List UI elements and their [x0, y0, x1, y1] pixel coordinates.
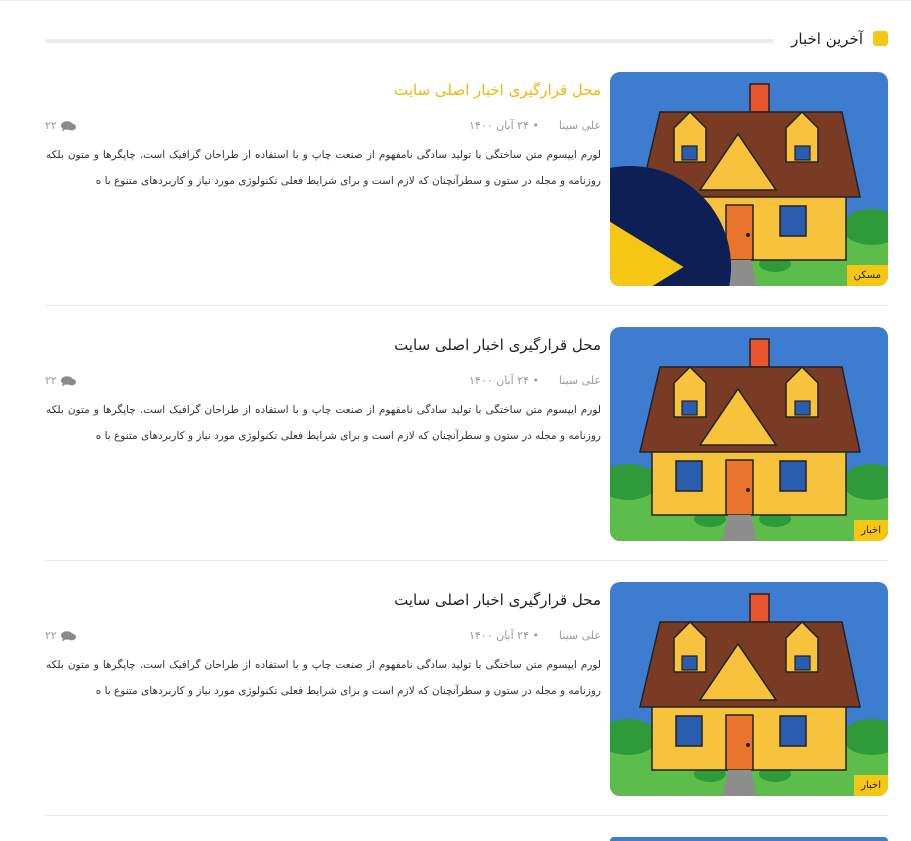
comment-count[interactable]: ۲۲ — [45, 374, 76, 387]
news-title[interactable]: محل قرارگیری اخبار اصلی سایت — [394, 336, 601, 354]
meta-separator: • — [532, 119, 540, 132]
comments-icon — [60, 375, 76, 386]
square-icon — [873, 31, 888, 46]
top-divider — [0, 0, 911, 1]
section-title-rule — [45, 39, 774, 43]
section-title: آخرین اخبار — [791, 30, 863, 48]
card-divider — [45, 305, 888, 306]
news-author[interactable]: علی سینا — [559, 629, 601, 642]
comment-count[interactable]: ۲۲ — [45, 629, 76, 642]
comment-count-value: ۲۲ — [45, 374, 57, 387]
card-divider — [45, 815, 888, 816]
comment-count[interactable]: ۲۲ — [45, 119, 76, 132]
news-meta: علی سینا • ۲۴ آبان ۱۴۰۰ ۲۲ — [45, 119, 601, 135]
category-badge[interactable]: اخبار — [854, 520, 888, 541]
news-thumbnail[interactable]: اخبار — [610, 327, 888, 541]
meta-separator: • — [532, 374, 540, 387]
card-divider — [45, 560, 888, 561]
news-card[interactable]: اخبار محل قرارگیری اخبار اصلی سایت علی س… — [45, 327, 888, 542]
news-date: ۲۴ آبان ۱۴۰۰ — [468, 119, 529, 132]
news-excerpt: لورم ایپسوم متن ساختگی با تولید سادگی نا… — [46, 404, 601, 442]
news-thumbnail-partial[interactable] — [610, 837, 888, 841]
news-excerpt: لورم ایپسوم متن ساختگی با تولید سادگی نا… — [46, 149, 601, 187]
category-badge[interactable]: مسکن — [846, 265, 888, 286]
news-thumbnail[interactable]: مسکن — [610, 72, 888, 286]
news-title[interactable]: محل قرارگیری اخبار اصلی سایت — [394, 591, 601, 609]
news-meta: علی سینا • ۲۴ آبان ۱۴۰۰ ۲۲ — [45, 629, 601, 645]
section-header: آخرین اخبار — [45, 28, 888, 54]
comment-count-value: ۲۲ — [45, 119, 57, 132]
comment-count-value: ۲۲ — [45, 629, 57, 642]
news-thumbnail[interactable]: اخبار — [610, 582, 888, 796]
news-card[interactable]: مسکن محل قرارگیری اخبار اصلی سایت علی سی… — [45, 72, 888, 287]
news-date: ۲۴ آبان ۱۴۰۰ — [468, 374, 529, 387]
house-illustration — [610, 582, 888, 796]
news-date: ۲۴ آبان ۱۴۰۰ — [468, 629, 529, 642]
house-illustration — [610, 327, 888, 541]
meta-separator: • — [532, 629, 540, 642]
play-icon[interactable] — [610, 160, 769, 286]
news-card[interactable]: اخبار محل قرارگیری اخبار اصلی سایت علی س… — [45, 582, 888, 797]
news-author[interactable]: علی سینا — [559, 119, 601, 132]
comments-icon — [60, 120, 76, 131]
comments-icon — [60, 630, 76, 641]
news-author[interactable]: علی سینا — [559, 374, 601, 387]
news-meta: علی سینا • ۲۴ آبان ۱۴۰۰ ۲۲ — [45, 374, 601, 390]
news-title[interactable]: محل قرارگیری اخبار اصلی سایت — [394, 81, 601, 99]
news-excerpt: لورم ایپسوم متن ساختگی با تولید سادگی نا… — [46, 659, 601, 697]
category-badge[interactable]: اخبار — [854, 775, 888, 796]
